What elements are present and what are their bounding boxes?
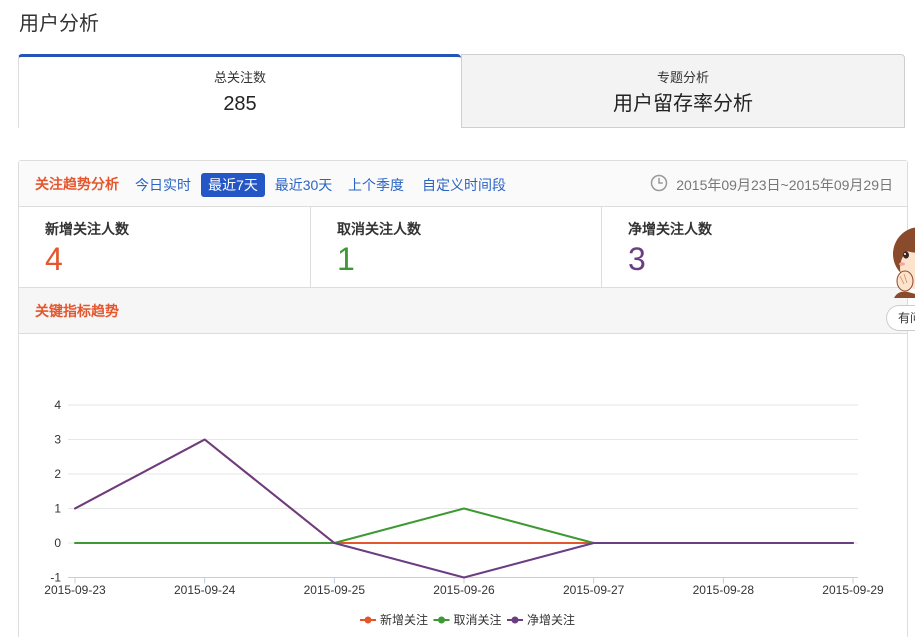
tab-topic-analysis[interactable]: 专题分析 用户留存率分析: [461, 54, 905, 128]
clock-icon: [650, 174, 668, 197]
series-line-1: [74, 438, 854, 544]
stat-value: 3: [628, 241, 646, 277]
series-line-2: [74, 507, 854, 544]
stat-value: 1: [337, 241, 355, 277]
stat-value: 4: [45, 241, 63, 277]
x-tick-label: 2015-09-28: [693, 583, 755, 597]
range-button-custom[interactable]: 自定义时间段: [415, 173, 513, 197]
trend-panel: 关注趋势分析 今日实时 最近7天 最近30天 上个季度 自定义时间段 2015年…: [18, 160, 908, 637]
tab-value: 用户留存率分析: [613, 93, 753, 115]
date-range-text: 2015年09月23日~2015年09月29日: [676, 177, 893, 193]
stat-label: 取消关注人数: [337, 221, 421, 237]
y-tick-label: 1: [54, 502, 61, 516]
legend-item[interactable]: 新增关注: [360, 612, 428, 627]
x-tick-label: 2015-09-29: [822, 583, 884, 597]
x-tick-label: 2015-09-27: [563, 583, 625, 597]
legend-item[interactable]: 取消关注: [433, 612, 502, 627]
x-tick-label: 2015-09-25: [304, 583, 366, 597]
y-tick-label: 3: [54, 433, 61, 447]
help-button[interactable]: 有问: [886, 305, 915, 331]
y-tick-label: 0: [54, 536, 61, 550]
date-range: 2015年09月23日~2015年09月29日: [650, 173, 893, 197]
y-tick-label: 2: [54, 467, 61, 481]
trend-line-chart: -1012342015-09-23 2015-09-24 2015-09-25 201…: [44, 398, 884, 627]
legend-dot-marker: [511, 616, 519, 624]
page-title: 用户分析: [19, 13, 99, 35]
legend-label: 新增关注: [380, 612, 428, 627]
legend-item[interactable]: 净增关注: [507, 612, 575, 627]
stat-label: 净增关注人数: [628, 221, 712, 237]
key-trend-header: 关键指标趋势: [19, 288, 907, 334]
key-trend-title: 关键指标趋势: [35, 303, 119, 319]
x-tick-label: 2015-09-24: [174, 583, 236, 597]
legend-dot-marker: [438, 616, 445, 624]
tab-label: 专题分析: [656, 70, 709, 85]
y-tick-label: 4: [54, 398, 61, 412]
tab-label: 总关注数: [213, 70, 266, 85]
range-button-last-quarter[interactable]: 上个季度: [341, 173, 411, 197]
chart-area: -1 0 1 2 3 4 2015-09-23 2015-09-24 2015-09-25 201…: [19, 334, 907, 637]
stat-new-followers: 新增关注人数 4: [19, 207, 311, 287]
trend-title: 关注趋势分析: [35, 176, 119, 192]
stat-net-followers: 净增关注人数 3: [602, 207, 907, 287]
helper-avatar-icon[interactable]: [890, 222, 915, 298]
x-tick-label: 2015-09-23: [44, 583, 106, 597]
legend-label: 净增关注: [527, 612, 575, 627]
stat-unfollowed: 取消关注人数 1: [311, 207, 602, 287]
tab-value: 285: [223, 93, 257, 115]
trend-header: 关注趋势分析 今日实时 最近7天 最近30天 上个季度 自定义时间段 2015年…: [19, 161, 907, 207]
range-button-today[interactable]: 今日实时: [128, 173, 198, 197]
legend-label: 取消关注: [454, 612, 502, 627]
range-button-last-7-days[interactable]: 最近7天: [201, 173, 265, 197]
stat-label: 新增关注人数: [45, 221, 129, 237]
x-tick-label: 2015-09-26: [433, 583, 495, 597]
stats-row: 新增关注人数 4 取消关注人数 1 净增关注人数 3: [19, 207, 907, 288]
legend-dot-marker: [364, 616, 372, 624]
tab-total-followers[interactable]: 总关注数 285: [18, 54, 461, 128]
range-button-last-30-days[interactable]: 最近30天: [268, 173, 339, 197]
